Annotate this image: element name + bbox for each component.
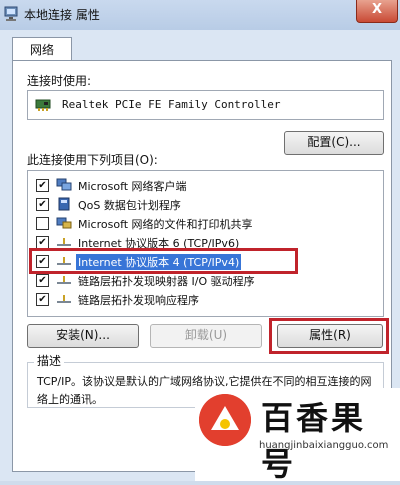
network-adapter-icon — [35, 99, 51, 111]
item-checkbox[interactable]: ✔ — [36, 274, 49, 287]
protocol-icon — [57, 238, 71, 246]
adapter-name: Realtek PCIe FE Family Controller — [62, 98, 281, 111]
protocol-icon — [57, 295, 71, 303]
item-label: QoS 数据包计划程序 — [78, 199, 181, 212]
configure-button[interactable]: 配置(C)... — [284, 131, 384, 155]
components-list: ✔ Microsoft 网络客户端 ✔ QoS 数据包计划程序 Microsof… — [27, 170, 384, 317]
list-item[interactable]: ✔ 链路层拓扑发现响应程序 — [34, 290, 374, 309]
qos-icon — [58, 197, 70, 211]
item-label: Microsoft 网络的文件和打印机共享 — [78, 218, 253, 231]
watermark: 百香果号 huangjinbaixiangguo.com — [195, 388, 400, 483]
item-checkbox[interactable]: ✔ — [36, 198, 49, 211]
highlight-box-properties — [269, 318, 389, 354]
install-button[interactable]: 安装(N)... — [27, 324, 139, 348]
window-title: 本地连接 属性 — [24, 8, 100, 22]
close-button[interactable]: X — [356, 0, 398, 23]
item-checkbox[interactable]: ✔ — [36, 179, 49, 192]
tab-network[interactable]: 网络 — [12, 37, 72, 62]
items-label: 此连接使用下列项目(O): — [27, 153, 158, 167]
item-checkbox[interactable] — [36, 217, 49, 230]
list-item[interactable]: Microsoft 网络的文件和打印机共享 — [34, 214, 374, 233]
network-client-icon — [56, 178, 72, 191]
title-bar: 本地连接 属性 X — [0, 0, 400, 30]
list-item[interactable]: ✔ QoS 数据包计划程序 — [34, 195, 374, 214]
highlight-box-ipv4 — [29, 248, 298, 274]
watermark-name: 百香果号 — [261, 399, 367, 483]
properties-dialog: 本地连接 属性 X 网络 连接时使用: Realtek PCIe FE Fami… — [0, 0, 400, 483]
adapter-field: Realtek PCIe FE Family Controller — [27, 90, 384, 120]
item-label: 链路层拓扑发现响应程序 — [78, 294, 199, 307]
watermark-logo-icon — [199, 394, 251, 446]
file-share-icon — [56, 217, 72, 229]
protocol-icon — [57, 276, 71, 284]
network-connection-icon — [4, 6, 18, 21]
description-title: 描述 — [34, 352, 65, 369]
uninstall-button[interactable]: 卸载(U) — [150, 324, 262, 348]
item-checkbox[interactable]: ✔ — [36, 293, 49, 306]
item-label: Microsoft 网络客户端 — [78, 180, 187, 193]
watermark-url: huangjinbaixiangguo.com — [259, 440, 389, 451]
connect-using-label: 连接时使用: — [27, 74, 92, 88]
item-label: 链路层拓扑发现映射器 I/O 驱动程序 — [78, 275, 255, 288]
list-item[interactable]: ✔ Microsoft 网络客户端 — [34, 176, 374, 195]
